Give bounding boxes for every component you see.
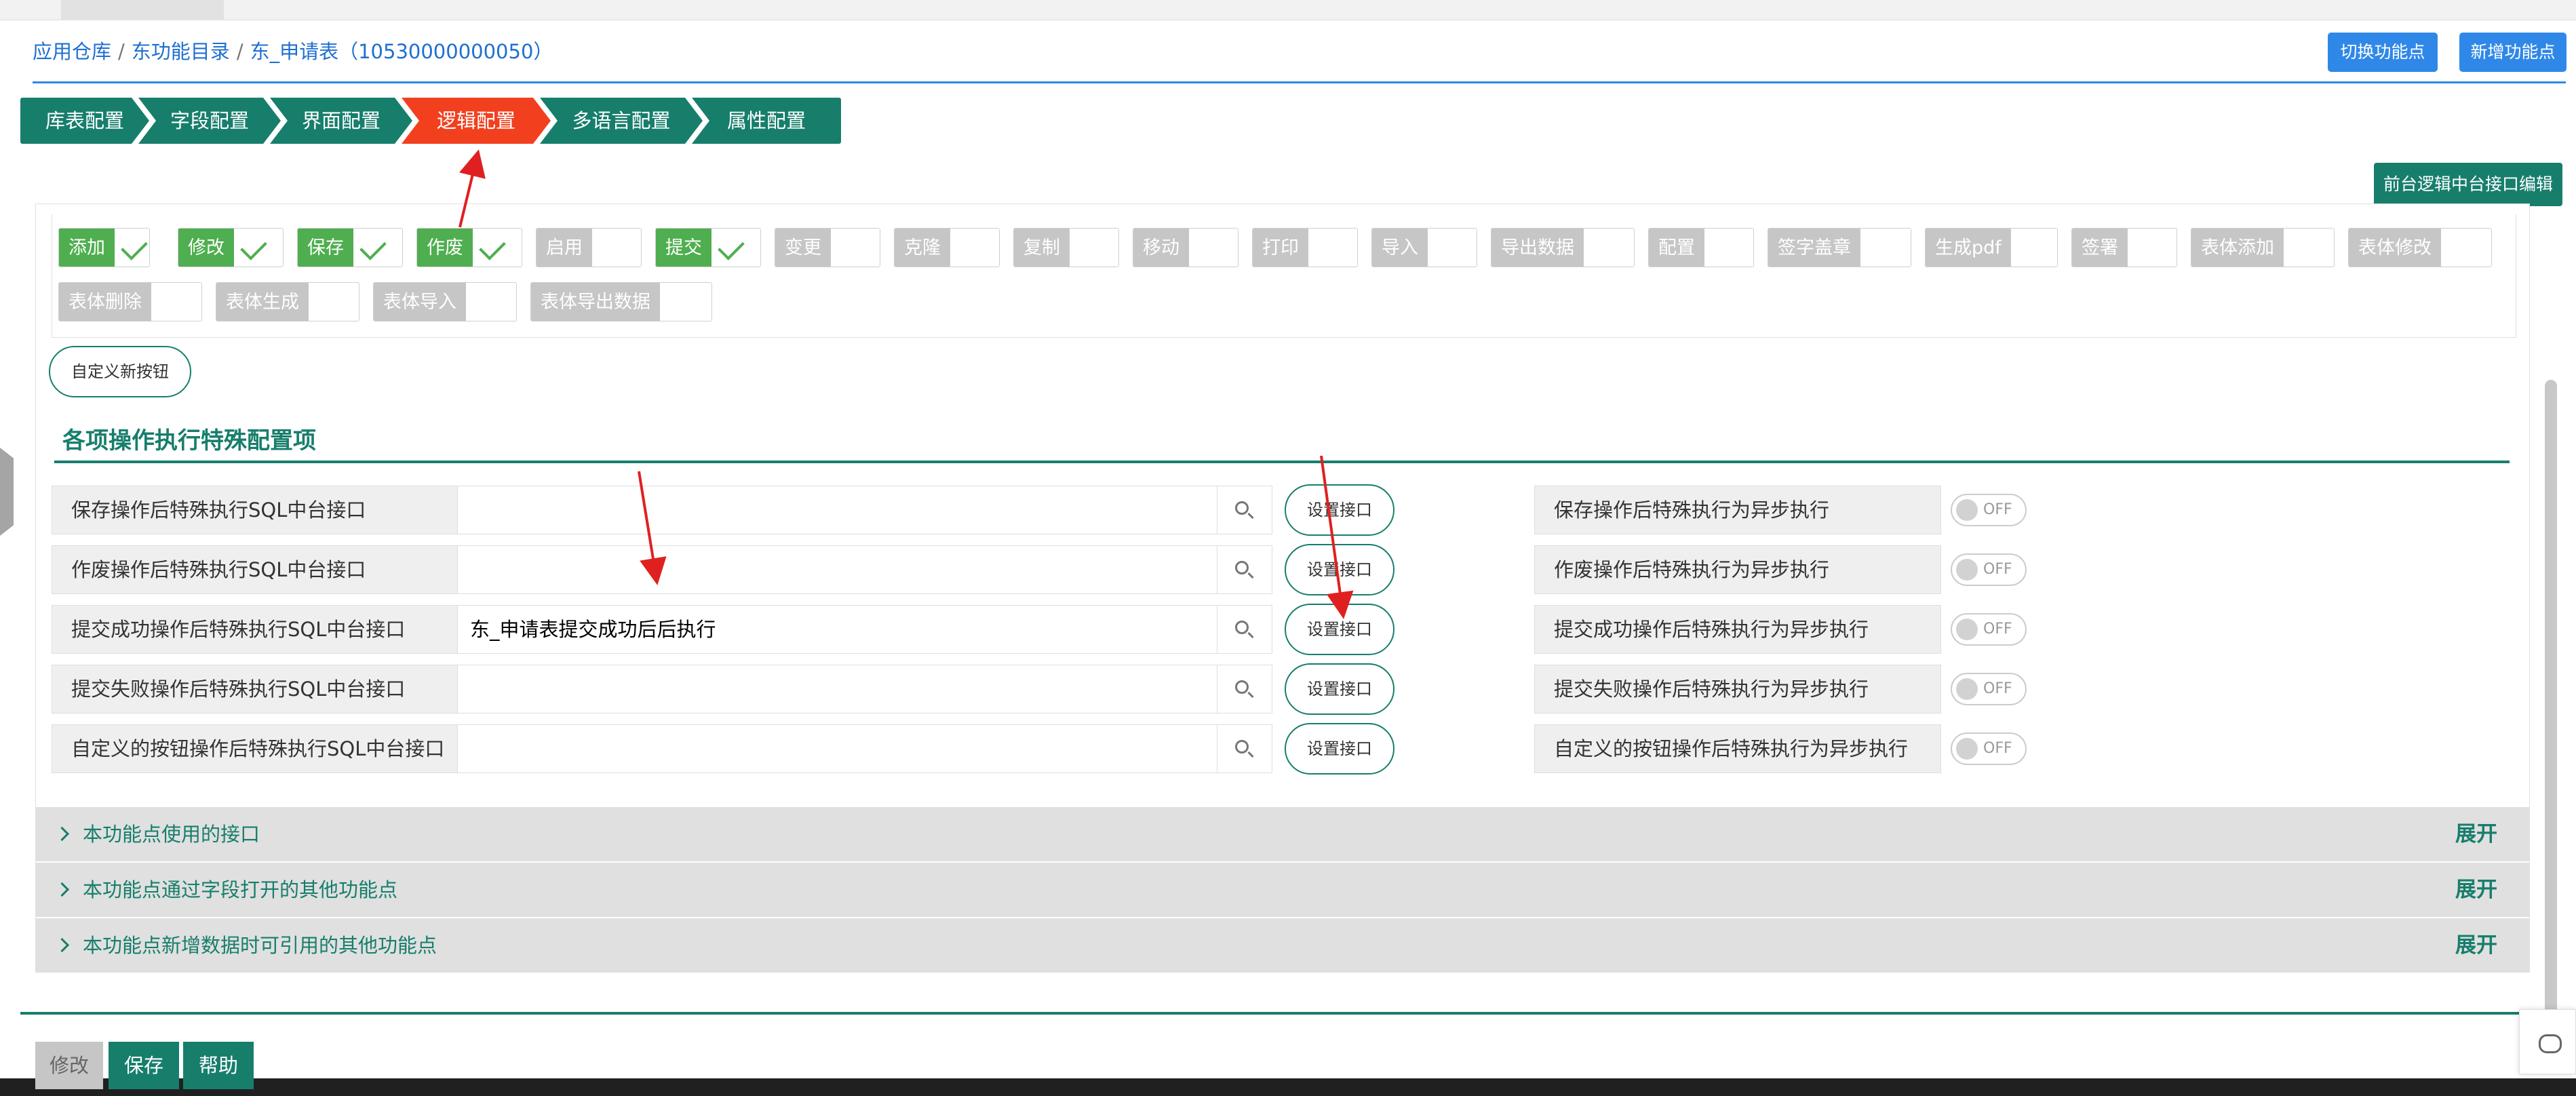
annotation-arrow [1320, 455, 1354, 619]
annotation-arrow [458, 149, 486, 228]
annotation-arrows [458, 149, 1354, 619]
annotation-arrow [638, 471, 667, 585]
